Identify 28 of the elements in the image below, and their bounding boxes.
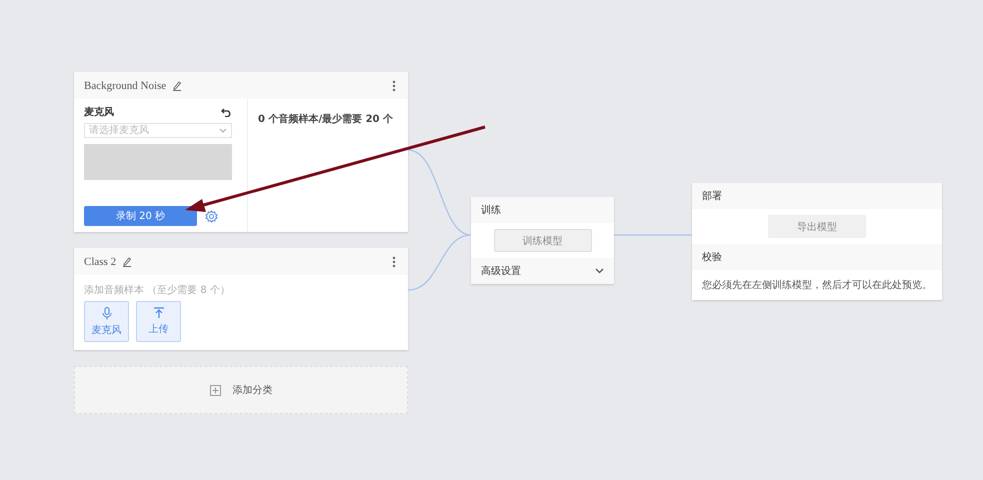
advanced-settings-toggle[interactable]: 高级设置 [471,258,614,284]
class-title[interactable]: Background Noise [84,80,166,92]
chevron-icon [595,268,604,274]
more-icon[interactable] [392,256,396,268]
record-button[interactable]: 录制 20 秒 [84,206,197,226]
microphone-button[interactable]: 麦克风 [84,301,129,342]
training-title: 训练 [481,204,501,217]
train-model-button[interactable]: 训练模型 [494,229,592,252]
deploy-title: 部署 [702,190,722,203]
microphone-icon [102,306,112,320]
chevron-down-icon [219,128,227,133]
more-icon[interactable] [392,80,396,92]
microphone-label: 麦克风 [84,106,114,119]
add-class-button[interactable]: 添加分类 [74,366,408,414]
pencil-icon[interactable] [172,80,182,91]
plus-icon [210,384,220,396]
gear-icon[interactable] [205,210,218,222]
class-title[interactable]: Class 2 [84,256,116,268]
sample-hint: 添加音频样本 （至少需要 8 个） [84,284,231,297]
upload-icon [152,307,164,319]
upload-button[interactable]: 上传 [136,301,181,342]
pencil-icon[interactable] [122,256,132,267]
preview-message: 您必须先在左侧训练模型，然后才可以在此处预览。 [702,280,932,291]
sample-count: 0 个音频样本/最少需要 20 个 [258,114,393,125]
microphone-select[interactable]: 请选择麦克风 [84,123,232,138]
export-model-button[interactable]: 导出模型 [768,215,866,238]
preview-title: 校验 [702,250,722,264]
undo-icon[interactable] [221,108,232,116]
